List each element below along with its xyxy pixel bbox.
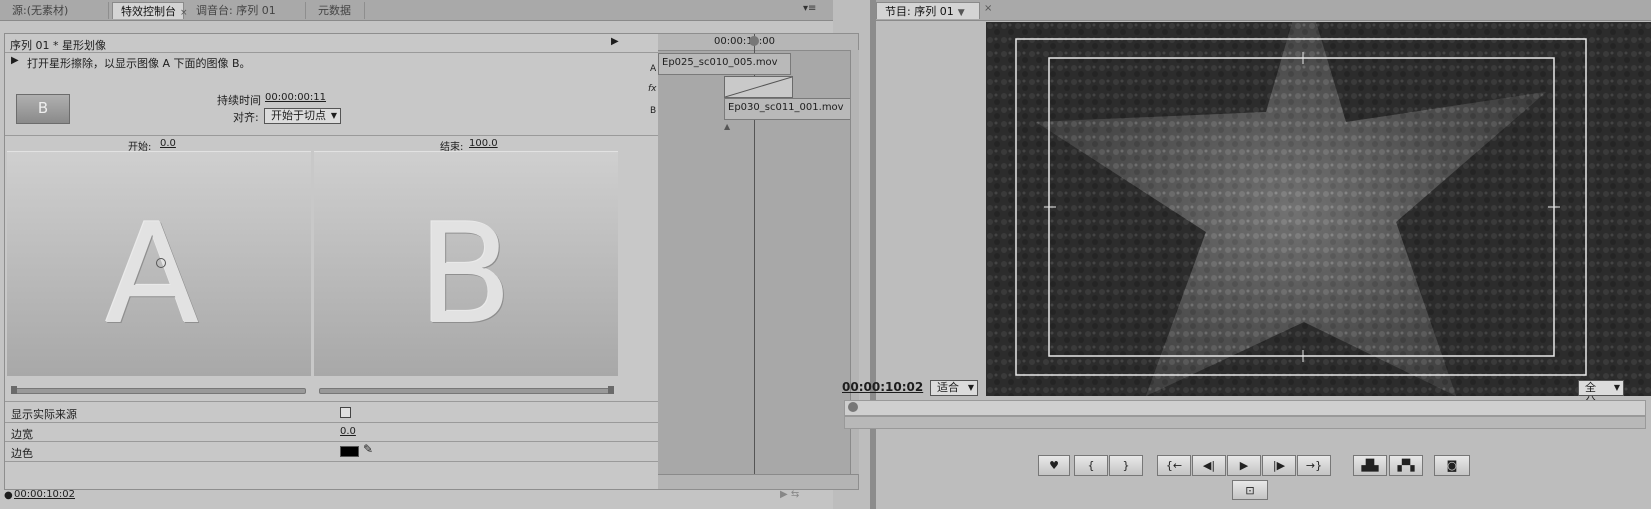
border-color-swatch[interactable] bbox=[340, 446, 359, 457]
start-slider-knob[interactable] bbox=[11, 386, 17, 394]
export-frame-button[interactable]: ◙ bbox=[1434, 455, 1470, 476]
marker-button[interactable]: ♥ bbox=[1038, 455, 1070, 476]
program-monitor: 节目: 序列 01 ▼ × 00:00:10:02 适合 ▼ 全 ▼ ♥ {}… bbox=[842, 0, 1651, 509]
border-color-label: 边色 bbox=[11, 447, 33, 460]
border-width-label: 边宽 bbox=[11, 428, 33, 441]
step-forward-button[interactable]: |▶ bbox=[1262, 455, 1296, 476]
program-timecode[interactable]: 00:00:10:02 bbox=[842, 380, 923, 394]
show-actual-sources-checkbox[interactable] bbox=[340, 407, 351, 418]
fit-dropdown[interactable]: 适合 bbox=[930, 380, 978, 396]
tab-program[interactable]: 节目: 序列 01 ▼ bbox=[876, 2, 980, 19]
tab-effect-controls-label: 特效控制台 bbox=[121, 5, 176, 18]
playhead-marker-icon: ● bbox=[4, 490, 13, 501]
transition-description: 打开星形擦除，以显示图像 A 下面的图像 B。 bbox=[27, 57, 251, 70]
transition-start-marker-icon: ▲ bbox=[724, 122, 731, 131]
footer-icons[interactable]: ▶ ⇆ bbox=[780, 489, 799, 500]
center-point-handle[interactable] bbox=[156, 258, 166, 268]
close-program-icon[interactable]: × bbox=[984, 3, 992, 14]
start-value[interactable]: 0.0 bbox=[160, 138, 176, 149]
end-thumbnail[interactable]: B bbox=[314, 151, 618, 376]
thumbnail-letter-b: B bbox=[418, 194, 513, 355]
tab-program-label: 节目: 序列 01 bbox=[885, 5, 954, 18]
end-slider-knob[interactable] bbox=[608, 386, 614, 394]
tab-source-label: 源:(无素材) bbox=[12, 4, 69, 17]
tab-audio-mixer[interactable]: 调音台: 序列 01 bbox=[188, 2, 306, 19]
footer-timecode[interactable]: 00:00:10:02 bbox=[14, 489, 75, 500]
panel-menu-icon[interactable]: ▾≡ bbox=[803, 3, 816, 14]
ruler-timecode: 00:00:10:00 bbox=[714, 36, 776, 47]
clip-a[interactable]: Ep025_sc010_005.mov bbox=[658, 53, 791, 75]
program-playhead[interactable] bbox=[848, 402, 858, 412]
extract-button[interactable]: ▞▚ bbox=[1389, 455, 1423, 476]
mark-out-button[interactable]: } bbox=[1109, 455, 1143, 476]
tab-menu-chevron-icon[interactable]: ▼ bbox=[958, 8, 965, 18]
duration-label: 持续时间 bbox=[217, 94, 261, 107]
transition-diagonal bbox=[725, 77, 792, 97]
align-dropdown[interactable]: 开始于切点 bbox=[264, 108, 341, 124]
track-fx-label: fx bbox=[648, 84, 657, 94]
safe-margins-button[interactable]: ⊡ bbox=[1232, 480, 1268, 500]
transition-bar[interactable] bbox=[724, 76, 793, 98]
preview-letter: B bbox=[37, 99, 49, 117]
transition-preview[interactable]: B bbox=[16, 94, 70, 124]
duration-value[interactable]: 00:00:00:11 bbox=[265, 92, 326, 103]
right-tab-bar: 节目: 序列 01 ▼ × bbox=[876, 0, 1651, 21]
transition-timeline: 00:00:10:00 A fx B Ep025_sc010_005.mov E… bbox=[648, 33, 859, 490]
align-label: 对齐: bbox=[233, 111, 259, 124]
border-width-value[interactable]: 0.0 bbox=[340, 426, 356, 437]
clip-b[interactable]: Ep030_sc011_001.mov bbox=[724, 98, 858, 120]
tab-source[interactable]: 源:(无素材) bbox=[4, 2, 109, 19]
step-back-button[interactable]: ◀| bbox=[1192, 455, 1226, 476]
start-thumbnail[interactable]: A bbox=[7, 151, 311, 376]
start-slider[interactable] bbox=[11, 386, 306, 394]
tab-metadata[interactable]: 元数据 bbox=[310, 2, 365, 19]
track-a-label: A bbox=[650, 64, 657, 74]
playhead-handle[interactable] bbox=[749, 36, 759, 46]
close-icon[interactable]: × bbox=[180, 8, 188, 18]
program-time-ruler[interactable] bbox=[844, 400, 1646, 416]
zoom-bar[interactable] bbox=[658, 474, 858, 489]
mark-in-button[interactable]: { bbox=[1074, 455, 1108, 476]
track-b-label: B bbox=[650, 106, 657, 116]
go-to-in-button[interactable]: {← bbox=[1157, 455, 1191, 476]
play-transition-icon[interactable]: ▶ bbox=[11, 55, 19, 66]
zoom-scrollbar[interactable] bbox=[844, 416, 1646, 429]
effect-controls-panel: 源:(无素材) 特效控制台 × 调音台: 序列 01 元数据 ▾≡ 序列 01 *… bbox=[0, 0, 859, 509]
show-actual-sources-label: 显示实际来源 bbox=[11, 408, 77, 421]
program-video-image bbox=[986, 22, 1651, 396]
end-value[interactable]: 100.0 bbox=[469, 138, 498, 149]
play-icon[interactable]: ▶ bbox=[611, 36, 619, 47]
thumbnail-letter-a: A bbox=[105, 194, 200, 355]
play-button[interactable]: ▶ bbox=[1227, 455, 1261, 476]
tab-audio-mixer-label: 调音台: 序列 01 bbox=[196, 4, 276, 17]
lift-button[interactable]: ▟▙ bbox=[1353, 455, 1387, 476]
go-to-out-button[interactable]: →} bbox=[1297, 455, 1331, 476]
left-tab-bar: 源:(无素材) 特效控制台 × 调音台: 序列 01 元数据 ▾≡ bbox=[0, 0, 833, 21]
quality-dropdown[interactable]: 全分... bbox=[1578, 380, 1624, 408]
tab-effect-controls[interactable]: 特效控制台 × bbox=[112, 2, 188, 19]
eyedropper-icon[interactable]: ✎ bbox=[363, 442, 373, 456]
effect-controls-body: 序列 01 * 星形划像 ▶ ▶ 打开星形擦除，以显示图像 A 下面的图像 B。… bbox=[4, 33, 660, 490]
tab-metadata-label: 元数据 bbox=[318, 4, 351, 17]
program-video-frame[interactable] bbox=[986, 22, 1651, 396]
sequence-transition-header: 序列 01 * 星形划像 bbox=[10, 39, 106, 52]
end-slider[interactable] bbox=[319, 386, 614, 394]
